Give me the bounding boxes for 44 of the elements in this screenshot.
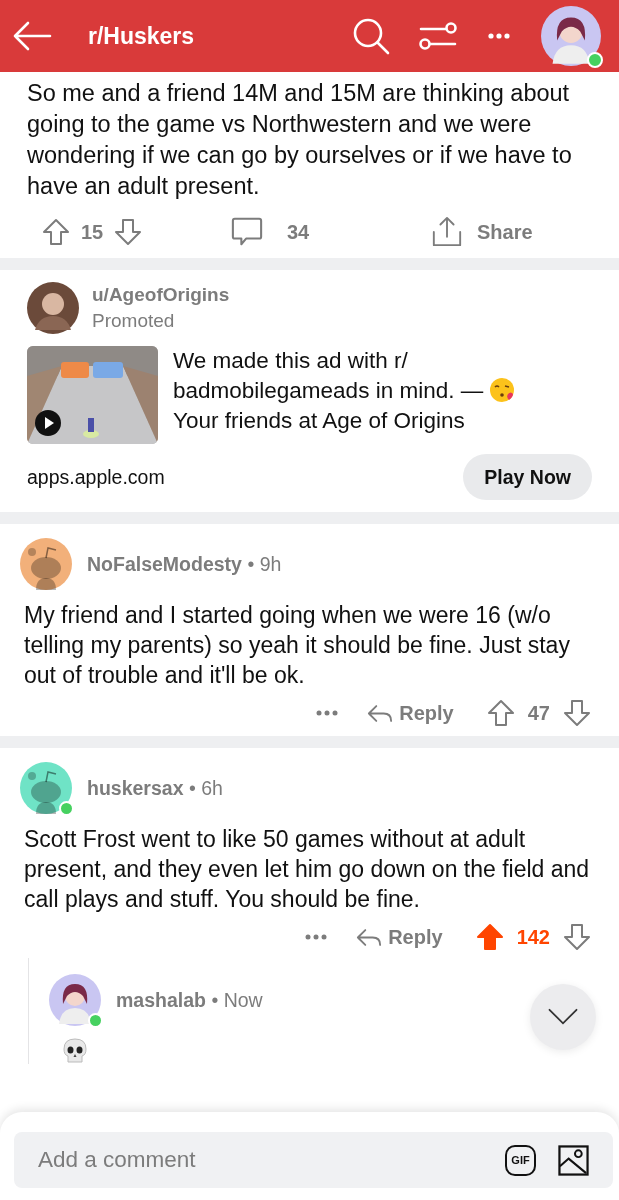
upvote-icon[interactable] [474, 922, 505, 952]
back-icon[interactable] [12, 20, 52, 52]
downvote-icon[interactable] [113, 217, 144, 247]
vote-count: 47 [527, 701, 550, 725]
avatar[interactable] [49, 974, 101, 1026]
upvote-icon[interactable] [41, 217, 71, 247]
ad-domain[interactable]: apps.apple.com [27, 465, 165, 489]
ad-text: We made this ad with r/ badmobilegameads in mind. — Your friends at Age of Origins [173, 346, 592, 444]
gif-button[interactable]: GIF [505, 1144, 536, 1176]
comment-icon[interactable] [231, 216, 263, 248]
comment-field[interactable]: Add a comment GIF [14, 1132, 613, 1188]
share-button[interactable]: Share [431, 216, 533, 248]
more-icon[interactable] [315, 709, 340, 717]
avatar[interactable] [541, 6, 601, 66]
play-icon[interactable] [35, 410, 61, 436]
vote-count: 15 [81, 220, 104, 244]
comment-count: 34 [287, 220, 310, 244]
search-icon[interactable] [351, 16, 391, 56]
image-icon[interactable] [558, 1144, 589, 1176]
comment-meta: mashalab • Now [116, 988, 263, 1012]
sliders-icon[interactable] [419, 20, 457, 52]
more-icon[interactable] [304, 933, 329, 941]
vote-count: 142 [516, 925, 550, 949]
comment-meta: huskersax • 6h [87, 776, 223, 800]
subreddit-title: r/Huskers [88, 22, 196, 50]
downvote-icon[interactable] [562, 698, 592, 728]
reply-button[interactable]: Reply [356, 925, 443, 949]
kiss-face-icon [489, 377, 516, 403]
promoted-label: Promoted [92, 309, 176, 333]
downvote-icon[interactable] [562, 922, 592, 952]
advertiser-avatar[interactable] [27, 282, 79, 334]
chevron-down-icon [547, 1008, 579, 1026]
share-icon [431, 216, 463, 248]
play-now-button[interactable]: Play Now [463, 454, 592, 500]
comment-meta: NoFalseModesty • 9h [87, 552, 282, 576]
upvote-icon[interactable] [485, 698, 516, 728]
reply-button[interactable]: Reply [367, 701, 454, 725]
advertiser-name[interactable]: u/AgeofOrigins [92, 282, 230, 308]
comment-body: Scott Frost went to like 50 games without at adult present, and they even let him go down on the field and call plays and stuff. You should be fine. [24, 825, 591, 914]
post-body: So me and a friend 14M and 15M are thinking about going to the game vs Northwestern and we were wondering if we can go by ourselves or if we have to have an adult present. [27, 79, 573, 201]
comment-body: My friend and I started going when we were 16 (w/o telling my parents) so yeah it should be fine. Just stay out of trouble and it'll be ok. [24, 601, 571, 690]
skull-icon [63, 1038, 87, 1064]
reply-icon [367, 702, 394, 724]
reply-icon [356, 926, 383, 948]
